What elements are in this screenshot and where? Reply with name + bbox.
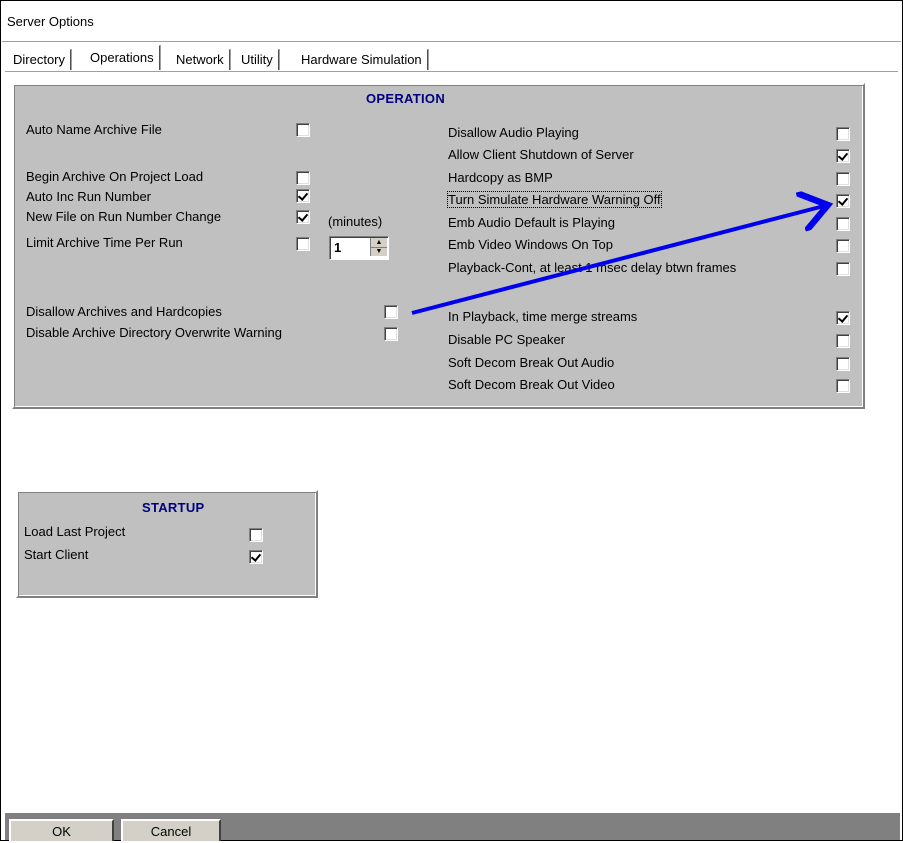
load-last-project-label: Load Last Project [24, 524, 126, 539]
time-merge-label: In Playback, time merge streams [448, 309, 638, 324]
operation-group-title: OPERATION [366, 91, 446, 106]
minutes-label: (minutes) [328, 214, 383, 229]
begin-archive-label: Begin Archive On Project Load [26, 169, 204, 184]
auto-inc-run-checkbox[interactable] [296, 189, 310, 203]
ok-button[interactable]: OK [9, 819, 114, 841]
hardcopy-bmp-checkbox[interactable] [836, 172, 850, 186]
tab-network[interactable]: Network [170, 49, 230, 70]
limit-archive-time-label: Limit Archive Time Per Run [26, 235, 183, 250]
soft-decom-video-checkbox[interactable] [836, 379, 850, 393]
soft-decom-video-label: Soft Decom Break Out Video [448, 377, 615, 392]
new-file-run-label: New File on Run Number Change [26, 209, 222, 224]
new-file-run-checkbox[interactable] [296, 210, 310, 224]
begin-archive-checkbox[interactable] [296, 171, 310, 185]
startup-group: STARTUP Load Last Project Start Client [16, 490, 318, 598]
disallow-archives-label: Disallow Archives and Hardcopies [26, 304, 222, 319]
simulate-hw-warning-checkbox[interactable] [836, 194, 850, 208]
simulate-hw-warning-label: Turn Simulate Hardware Warning Off [447, 191, 662, 208]
emb-video-checkbox[interactable] [836, 239, 850, 253]
start-client-checkbox[interactable] [249, 550, 263, 564]
server-options-window: Server Options Directory Operations Netw… [0, 0, 903, 841]
start-client-label: Start Client [24, 547, 89, 562]
playback-cont-checkbox[interactable] [836, 262, 850, 276]
tab-utility[interactable]: Utility [235, 49, 279, 70]
disable-overwrite-warning-label: Disable Archive Directory Overwrite Warn… [26, 325, 282, 340]
soft-decom-audio-label: Soft Decom Break Out Audio [448, 355, 615, 370]
limit-archive-time-checkbox[interactable] [296, 237, 310, 251]
tab-operations[interactable]: Operations [84, 45, 160, 70]
cancel-button[interactable]: Cancel [121, 819, 221, 841]
emb-video-label: Emb Video Windows On Top [448, 237, 613, 252]
allow-client-shutdown-label: Allow Client Shutdown of Server [448, 147, 634, 162]
hardcopy-bmp-label: Hardcopy as BMP [448, 170, 553, 185]
disable-pc-speaker-checkbox[interactable] [836, 334, 850, 348]
auto-inc-run-label: Auto Inc Run Number [26, 189, 152, 204]
operation-group: OPERATION Auto Name Archive File Begin A… [12, 83, 865, 409]
playback-cont-label: Playback-Cont, at least 1 msec delay btw… [448, 260, 737, 275]
startup-group-title: STARTUP [142, 500, 205, 515]
disable-overwrite-warning-checkbox[interactable] [384, 327, 398, 341]
spinner-buttons: ▲ ▼ [370, 238, 387, 256]
tab-hardware-simulation[interactable]: Hardware Simulation [295, 49, 428, 70]
minutes-value[interactable]: 1 [334, 240, 341, 255]
minutes-spinner[interactable]: 1 ▲ ▼ [329, 236, 389, 260]
disable-pc-speaker-label: Disable PC Speaker [448, 332, 566, 347]
load-last-project-checkbox[interactable] [249, 528, 263, 542]
auto-name-archive-checkbox[interactable] [296, 123, 310, 137]
window-title: Server Options [7, 14, 94, 29]
emb-audio-checkbox[interactable] [836, 217, 850, 231]
auto-name-archive-label: Auto Name Archive File [26, 122, 162, 137]
allow-client-shutdown-checkbox[interactable] [836, 149, 850, 163]
disallow-audio-label: Disallow Audio Playing [448, 125, 579, 140]
time-merge-checkbox[interactable] [836, 311, 850, 325]
emb-audio-label: Emb Audio Default is Playing [448, 215, 615, 230]
soft-decom-audio-checkbox[interactable] [836, 357, 850, 371]
disallow-audio-checkbox[interactable] [836, 127, 850, 141]
title-separator [2, 41, 901, 42]
tab-directory[interactable]: Directory [7, 49, 72, 70]
spin-down-icon[interactable]: ▼ [371, 247, 387, 256]
disallow-archives-checkbox[interactable] [384, 305, 398, 319]
